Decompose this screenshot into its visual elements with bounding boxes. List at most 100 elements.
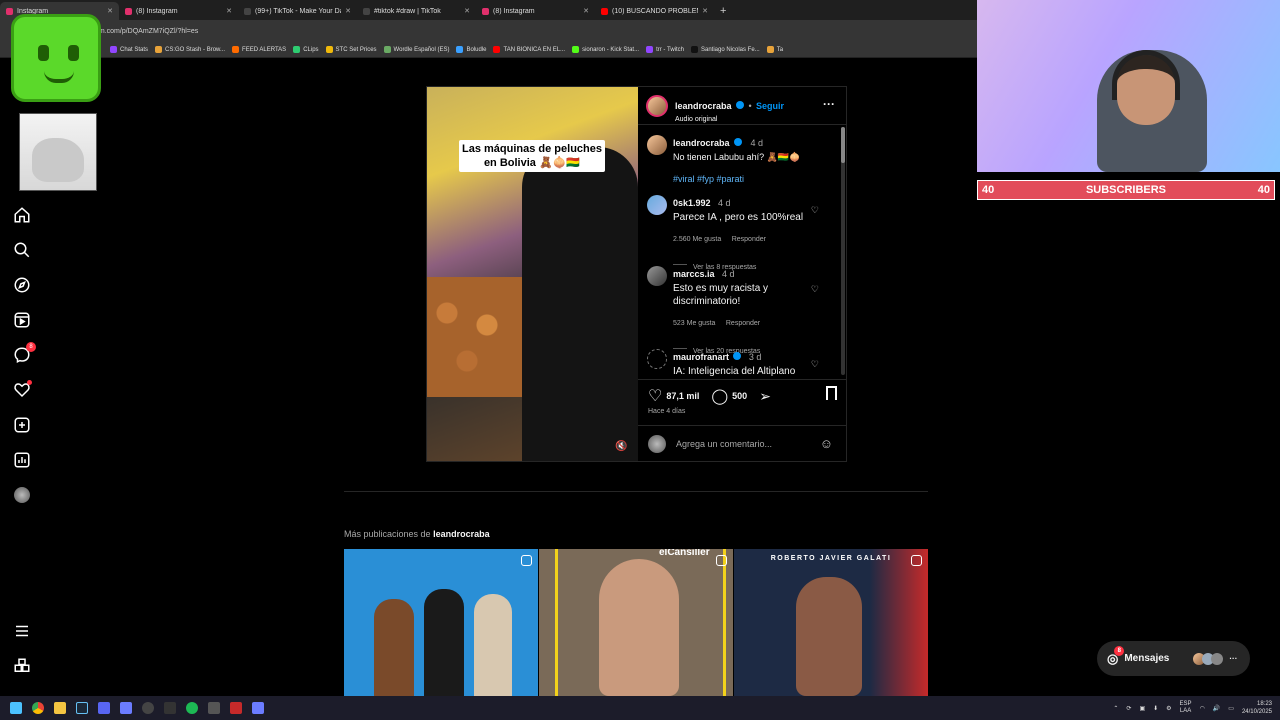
audio-label[interactable]: Audio original: [675, 116, 784, 123]
caption-username[interactable]: leandrocraba: [673, 138, 730, 148]
language-indicator[interactable]: ESP LAA: [1180, 701, 1192, 715]
bookmark-label: FEED ALERTAS: [242, 46, 287, 53]
app-icon[interactable]: [120, 702, 132, 714]
explore-icon[interactable]: [13, 276, 31, 294]
bookmark-item[interactable]: Wordle Español (ES): [383, 46, 449, 53]
messages-button[interactable]: ◎ 8 Mensajes ···: [1097, 641, 1250, 676]
post-thumbnail[interactable]: [344, 549, 538, 696]
like-count[interactable]: 87,1 mil: [666, 391, 699, 401]
comment-username[interactable]: maurofranart: [673, 352, 729, 362]
commenter-avatar[interactable]: [647, 349, 667, 369]
comment-username[interactable]: marccs.ia: [673, 269, 715, 279]
author-username[interactable]: leandrocraba: [675, 101, 732, 111]
comment-like-icon[interactable]: ♡: [811, 359, 819, 370]
comment-icon[interactable]: ◯: [711, 387, 728, 405]
bookmark-item[interactable]: trr - Twitch: [646, 46, 684, 53]
browser-tab[interactable]: (8) Instagram ✕: [119, 2, 238, 20]
chrome-icon[interactable]: [32, 702, 44, 714]
create-icon[interactable]: [13, 416, 31, 434]
home-icon[interactable]: [13, 206, 31, 224]
more-posts-username[interactable]: leandrocraba: [433, 529, 490, 539]
dashboard-icon[interactable]: [13, 451, 31, 469]
file-explorer-icon[interactable]: [54, 702, 66, 714]
bookmark-item[interactable]: CLips: [293, 46, 319, 53]
apps-icon[interactable]: [13, 657, 31, 675]
more-options-icon[interactable]: ···: [823, 97, 835, 111]
browser-tab[interactable]: (99+) TikTok - Make Your Day ✕: [238, 2, 357, 20]
bookmark-icon: [646, 46, 654, 53]
browser-tab[interactable]: (8) Instagram ✕: [476, 2, 595, 20]
messenger-icon[interactable]: 8: [13, 342, 36, 364]
app-icon[interactable]: [252, 702, 264, 714]
post-thumbnail[interactable]: elCansiller: [539, 549, 733, 696]
comment-likes[interactable]: 2.560 Me gusta: [673, 236, 721, 243]
comment-like-icon[interactable]: ♡: [811, 284, 819, 295]
app-icon[interactable]: [230, 702, 242, 714]
close-icon[interactable]: ✕: [226, 7, 232, 15]
follow-button[interactable]: Seguir: [756, 101, 784, 111]
emoji-icon[interactable]: ☺: [820, 436, 833, 451]
post-caption: leandrocraba 4 d No tienen Labubu ahí? 🧸…: [647, 133, 837, 184]
save-icon[interactable]: [826, 386, 837, 400]
spotify-icon[interactable]: [186, 702, 198, 714]
more-icon[interactable]: ···: [1229, 654, 1237, 663]
chevron-up-icon[interactable]: ⌃: [1113, 705, 1118, 712]
close-icon[interactable]: ✕: [583, 7, 589, 15]
bookmark-item[interactable]: TAN BIONICA EN EL...: [493, 46, 565, 53]
close-icon[interactable]: ✕: [702, 7, 708, 15]
comments-scrollbar[interactable]: [841, 127, 845, 375]
bookmark-item[interactable]: Boludle: [456, 46, 486, 53]
bookmark-item[interactable]: STC Set Prices: [325, 46, 377, 53]
reel-icon: [521, 555, 532, 566]
like-icon[interactable]: ♡: [648, 386, 662, 406]
discord-icon[interactable]: [98, 702, 110, 714]
reply-button[interactable]: Responder: [732, 236, 766, 243]
mute-icon[interactable]: 🔇: [615, 441, 627, 452]
clock[interactable]: 18:23 24/10/2025: [1242, 700, 1272, 716]
comment-input[interactable]: Agrega un comentario...: [676, 439, 772, 449]
app-icon[interactable]: [208, 702, 220, 714]
search-icon[interactable]: [13, 241, 31, 259]
bookmark-item[interactable]: Chat Stats: [110, 46, 148, 53]
reply-button[interactable]: Responder: [726, 320, 760, 327]
app-icon[interactable]: [164, 702, 176, 714]
author-avatar[interactable]: [646, 95, 668, 117]
close-icon[interactable]: ✕: [464, 7, 470, 15]
share-icon[interactable]: ➢: [759, 388, 771, 405]
new-tab-button[interactable]: +: [714, 2, 732, 20]
game-icon[interactable]: [142, 702, 154, 714]
reels-icon[interactable]: [13, 311, 31, 329]
battery-icon[interactable]: ▭: [1228, 705, 1234, 712]
bookmark-item[interactable]: FEED ALERTAS: [232, 46, 286, 53]
caption-hashtags[interactable]: #viral #fyp #parati: [673, 174, 837, 184]
browser-tab[interactable]: #tiktok #draw | TikTok ✕: [357, 2, 476, 20]
tray-icon[interactable]: ⟳: [1126, 705, 1131, 712]
bookmark-item[interactable]: Santiago Nicolas Fe...: [690, 46, 760, 53]
tray-icon[interactable]: ▣: [1139, 705, 1145, 712]
close-icon[interactable]: ✕: [107, 7, 113, 15]
volume-icon[interactable]: 🔊: [1213, 705, 1220, 712]
steam-icon[interactable]: [76, 702, 88, 714]
notifications-icon[interactable]: [13, 380, 32, 399]
bookmark-item[interactable]: sionaron - Kick Stat...: [572, 46, 639, 53]
address-bar[interactable]: am.com/p/DQAmZM7iQZl/?hl=es: [0, 20, 977, 42]
profile-avatar[interactable]: [13, 486, 31, 504]
comment-username[interactable]: 0sk1.992: [673, 198, 711, 208]
comment-likes[interactable]: 523 Me gusta: [673, 320, 715, 327]
reel-video[interactable]: Las máquinas de peluches en Bolivia 🧸🧅🇧🇴…: [427, 87, 638, 461]
menu-icon[interactable]: [13, 622, 31, 640]
tab-title: (8) Instagram: [136, 7, 178, 15]
commenter-avatar[interactable]: [647, 195, 667, 215]
tray-icon[interactable]: ⬇: [1153, 705, 1158, 712]
bookmark-item[interactable]: CS:GO Stash - Brow...: [155, 46, 225, 53]
tray-icon[interactable]: ⚙: [1166, 705, 1171, 712]
close-icon[interactable]: ✕: [345, 7, 351, 15]
commenter-avatar[interactable]: [647, 266, 667, 286]
wifi-icon[interactable]: ◠: [1200, 705, 1205, 712]
browser-tab[interactable]: (10) BUSCANDO PROBLEMAS ✕: [595, 2, 714, 20]
windows-start-icon[interactable]: [10, 702, 22, 714]
post-thumbnail[interactable]: ROBERTO JAVIER GALATI: [734, 549, 928, 696]
comment-like-icon[interactable]: ♡: [811, 205, 819, 216]
bookmark-item[interactable]: Ta: [766, 46, 783, 53]
author-avatar[interactable]: [647, 135, 667, 155]
